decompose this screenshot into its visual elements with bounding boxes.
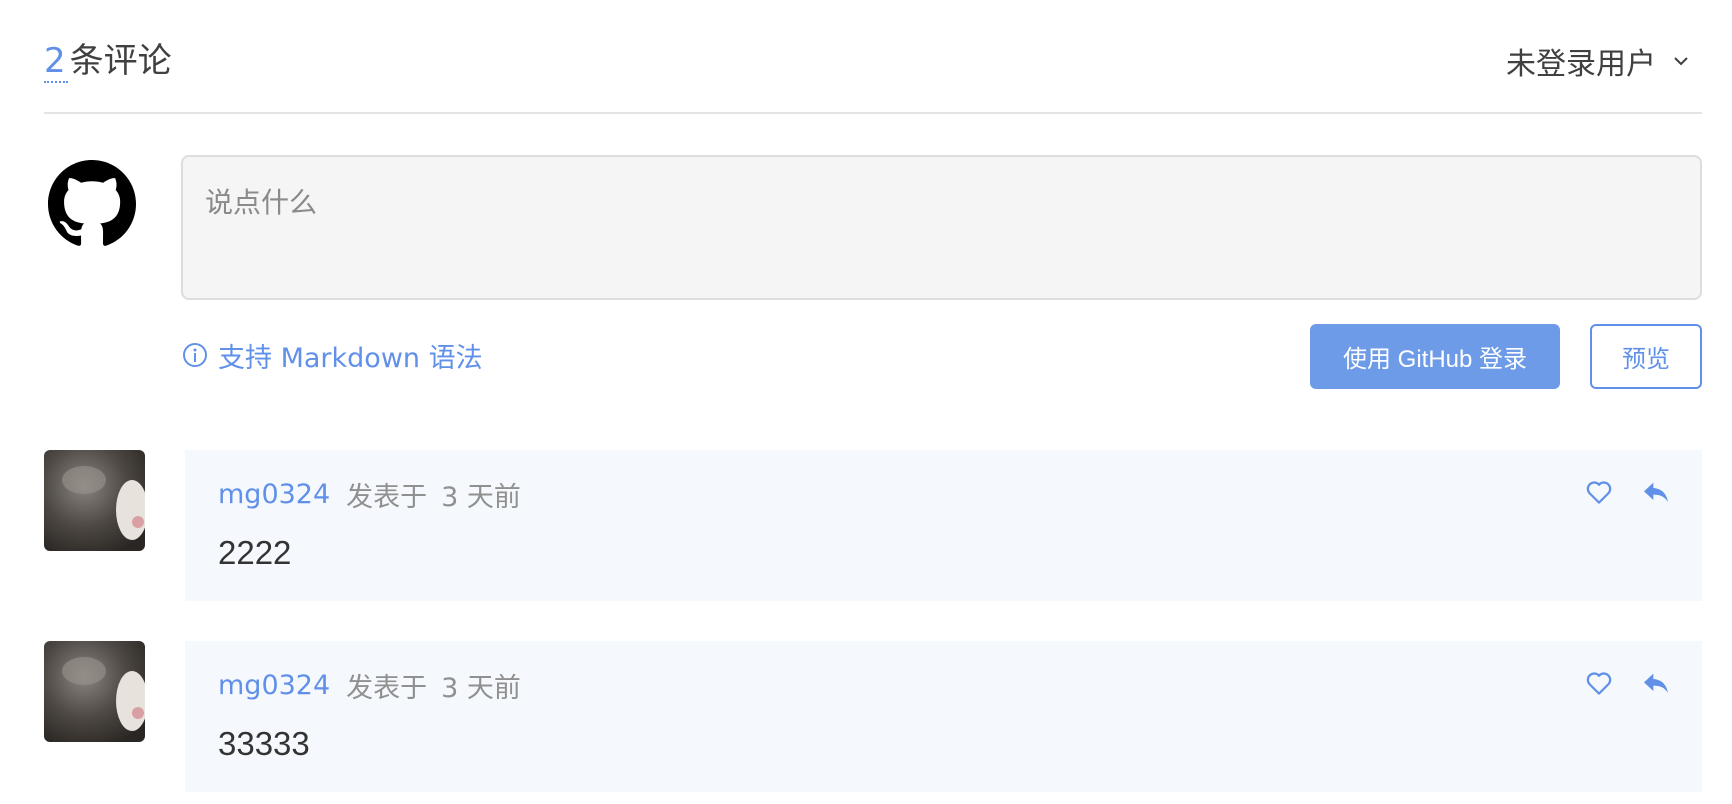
comment-body: 2222 (218, 534, 292, 571)
comment-author-link[interactable]: mg0324 (218, 670, 330, 701)
comment-card: mg0324 发表于 3 天前 2222 (185, 450, 1702, 601)
comment-body: 33333 (218, 725, 310, 762)
comment-card: mg0324 发表于 3 天前 33333 (185, 641, 1702, 792)
comment-count: 2 条评论 (44, 38, 172, 84)
markdown-tip-label: 支持 Markdown 语法 (218, 342, 483, 374)
comment-posted-label: 发表于 (346, 481, 428, 513)
comment-input[interactable] (181, 155, 1702, 300)
github-login-button[interactable]: 使用 GitHub 登录 (1310, 324, 1560, 389)
markdown-tip-link[interactable]: 支持 Markdown 语法 (182, 335, 483, 375)
comment-actions (1584, 667, 1672, 699)
github-icon (48, 160, 136, 246)
comments-header: 2 条评论 未登录用户 (44, 34, 1702, 114)
reply-icon[interactable] (1640, 476, 1672, 508)
avatar[interactable] (44, 450, 145, 551)
avatar-image (44, 641, 145, 742)
chevron-down-icon (1674, 57, 1688, 66)
comment-meta: mg0324 发表于 3 天前 (218, 665, 521, 705)
user-menu-label: 未登录用户 (1506, 47, 1656, 82)
comment-time: 3 天前 (441, 481, 521, 513)
comment-actions (1584, 476, 1672, 508)
comment-meta: mg0324 发表于 3 天前 (218, 474, 521, 514)
comment-count-label: 条评论 (69, 41, 172, 81)
avatar-image (44, 450, 145, 551)
comments-widget: 2条评论 未登录用户 支持 Markdown 语法 使用 GitHub 登录 预… (0, 0, 1732, 804)
comment-time: 3 天前 (441, 672, 521, 704)
avatar[interactable] (44, 641, 145, 742)
comment-count-number: 2 (44, 41, 68, 83)
heart-icon[interactable] (1584, 477, 1614, 507)
preview-button[interactable]: 预览 (1590, 324, 1702, 389)
comment-author-link[interactable]: mg0324 (218, 479, 330, 510)
heart-icon[interactable] (1584, 668, 1614, 698)
reply-icon[interactable] (1640, 667, 1672, 699)
comment-posted-label: 发表于 (346, 672, 428, 704)
info-icon (183, 343, 207, 367)
user-menu[interactable]: 未登录用户 (1506, 38, 1690, 84)
